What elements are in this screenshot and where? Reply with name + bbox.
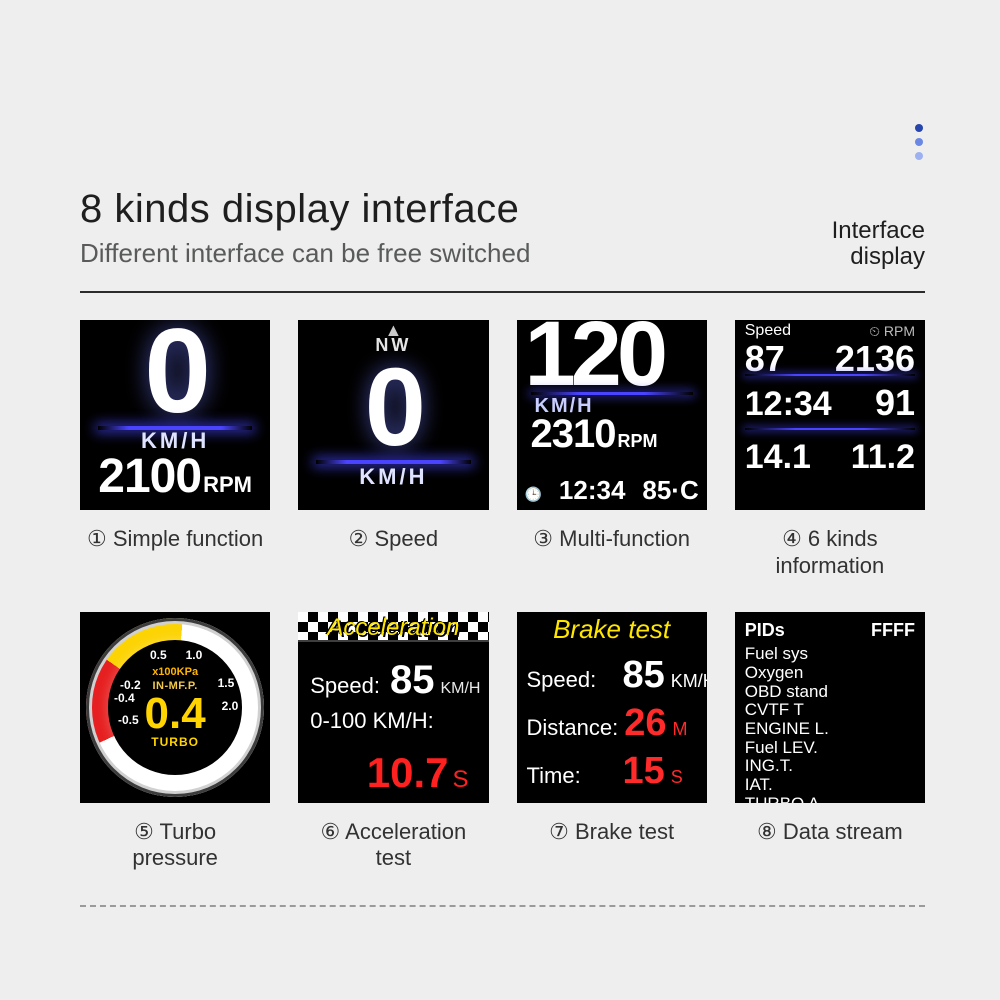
- caption-2: ② Speed: [298, 526, 488, 582]
- screen-speed: ▲ NW 0 KM/H: [298, 320, 488, 510]
- temperature-value: 85: [642, 475, 671, 505]
- list-item: ING.T.: [745, 757, 915, 776]
- rpm-value: 2310: [531, 412, 616, 457]
- clock-value: 12:34: [559, 475, 626, 506]
- speed-value: 0: [80, 320, 270, 440]
- screen-multi: 120 KM/H 2310 RPM 🕒 12:34 85·C: [517, 320, 707, 510]
- list-item: Fuel sys: [745, 645, 915, 664]
- tile-data-stream: PIDs FFFF Fuel sys Oxygen OBD stand CVTF…: [735, 612, 925, 874]
- caption-1: ① Simple function: [80, 526, 270, 582]
- caption-3: ③ Multi-function: [517, 526, 707, 582]
- tick: 1.5: [218, 676, 235, 690]
- rpm-value: 2100: [98, 449, 201, 504]
- caption-7: ⑦ Brake test: [517, 819, 707, 875]
- tick: -0.4: [114, 691, 135, 705]
- caption-5: ⑤ Turbo pressure: [80, 819, 270, 875]
- page-subtitle: Different interface can be free switched: [80, 238, 530, 269]
- speed-value: 85: [623, 654, 665, 697]
- metric-label: 0-100 KM/H:: [310, 708, 476, 734]
- list-item: Fuel LEV.: [745, 739, 915, 758]
- tile-6kinds: Speed ⏲ RPM 87 2136 12:34 91 14.1 11.2 ④…: [735, 320, 925, 582]
- time-value: 10.7: [367, 749, 449, 797]
- tile-turbo: x100KPa IN-MF.P. 0.4 TURBO -0.5 -0.4 -0.…: [80, 612, 270, 874]
- screen-brake: Brake test Speed: 85 KM/H Distance: 26 M…: [517, 612, 707, 802]
- screen-data-stream: PIDs FFFF Fuel sys Oxygen OBD stand CVTF…: [735, 612, 925, 802]
- time-unit: S: [671, 767, 683, 788]
- caption-6: ⑥ Acceleration test: [298, 819, 488, 875]
- header: 8 kinds display interface Different inte…: [80, 140, 925, 293]
- rpm-unit: RPM: [203, 472, 252, 498]
- fuel-value: 11.2: [851, 438, 915, 477]
- speed-value: 85: [390, 658, 435, 703]
- clock-value: 12:34: [745, 385, 832, 424]
- list-item: ENGINE L.: [745, 720, 915, 739]
- list-item: Oxygen: [745, 664, 915, 683]
- list-item: TURBO A: [745, 795, 915, 803]
- caption-8: ⑧ Data stream: [735, 819, 925, 875]
- banner-title: Acceleration: [298, 614, 488, 642]
- tick: -0.2: [120, 678, 141, 692]
- time-value: 15: [623, 750, 665, 793]
- distance-label: Distance:: [527, 715, 619, 741]
- tile-simple-function: 0 KM/H 2100 RPM ① Simple function: [80, 320, 270, 582]
- tick: -0.5: [118, 713, 139, 727]
- tick: 0.5: [150, 648, 167, 662]
- side-label: Interface display: [832, 140, 925, 269]
- screen-acceleration: Acceleration Speed: 85 KM/H 0-100 KM/H: …: [298, 612, 488, 802]
- tile-acceleration: Acceleration Speed: 85 KM/H 0-100 KM/H: …: [298, 612, 488, 874]
- speed-unit: KM/H: [671, 671, 707, 692]
- clock-icon: 🕒: [525, 486, 542, 503]
- dashed-divider: [80, 905, 925, 907]
- glow-divider: [745, 428, 915, 430]
- list-item: OBD stand: [745, 683, 915, 702]
- screen-simple: 0 KM/H 2100 RPM: [80, 320, 270, 510]
- tile-multi-function: 120 KM/H 2310 RPM 🕒 12:34 85·C ③ Multi-f…: [517, 320, 707, 582]
- tile-speed: ▲ NW 0 KM/H ② Speed: [298, 320, 488, 582]
- time-unit: S: [452, 766, 468, 794]
- pids-label: PIDs: [745, 620, 785, 641]
- tick: 2.0: [222, 699, 239, 713]
- screen-turbo: x100KPa IN-MF.P. 0.4 TURBO -0.5 -0.4 -0.…: [80, 612, 270, 802]
- tile-grid: 0 KM/H 2100 RPM ① Simple function ▲ NW 0…: [80, 320, 925, 875]
- voltage-value: 14.1: [745, 438, 811, 477]
- speed-unit: KM/H: [440, 680, 480, 698]
- speed-unit: KM/H: [298, 464, 488, 490]
- list-item: CVTF T: [745, 701, 915, 720]
- tile-brake-test: Brake test Speed: 85 KM/H Distance: 26 M…: [517, 612, 707, 874]
- page-title: 8 kinds display interface: [80, 187, 530, 232]
- speed-value: 0: [298, 344, 488, 471]
- glow-divider: [745, 374, 915, 376]
- pids-value: FFFF: [871, 620, 915, 641]
- time-label: Time:: [527, 763, 617, 789]
- caption-4: ④ 6 kinds information: [735, 526, 925, 582]
- gauge-face: x100KPa IN-MF.P. 0.4 TURBO -0.5 -0.4 -0.…: [108, 640, 242, 774]
- tick: 1.0: [186, 648, 203, 662]
- coolant-value: 91: [875, 382, 915, 424]
- screen-6kinds: Speed ⏲ RPM 87 2136 12:34 91 14.1 11.2: [735, 320, 925, 510]
- distance-value: 26: [624, 702, 666, 745]
- header-divider: [80, 291, 925, 293]
- gauge-label: TURBO: [151, 735, 199, 749]
- temperature-unit: ·C: [671, 475, 698, 505]
- speed-label: Speed:: [310, 673, 380, 699]
- more-vertical-icon: [915, 118, 923, 166]
- banner-title: Brake test: [517, 614, 707, 645]
- gauge-unit: x100KPa: [152, 666, 198, 678]
- speed-label: Speed:: [527, 667, 617, 693]
- rpm-unit: RPM: [617, 431, 657, 452]
- distance-unit: M: [673, 719, 688, 740]
- list-item: IAT.: [745, 776, 915, 795]
- gauge-value: 0.4: [145, 696, 206, 731]
